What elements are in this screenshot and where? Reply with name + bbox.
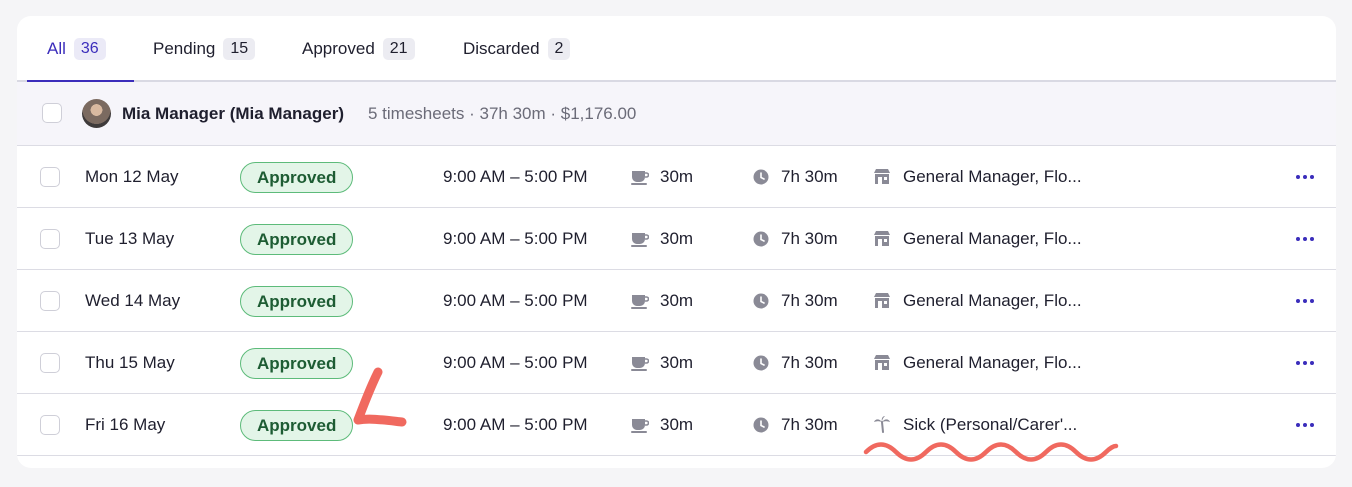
tab-count: 21 xyxy=(382,38,415,60)
status-badge: Approved xyxy=(240,286,354,317)
tab-label: All xyxy=(47,39,66,58)
coffee-cup-icon xyxy=(631,293,649,309)
break-duration: 30m xyxy=(660,167,694,186)
table-row[interactable]: Tue 13 May Approved 9:00 AM – 5:00 PM 30… xyxy=(17,208,1336,270)
timesheets-card: All 36 Pending 15 Approved 21 Discarded … xyxy=(17,16,1336,468)
clock-icon xyxy=(753,293,769,309)
tab-count: 2 xyxy=(547,38,571,60)
status-badge: Approved xyxy=(240,410,354,441)
employee-group-header: Mia Manager (Mia Manager) 5 timesheets ·… xyxy=(17,82,1336,146)
row-select-checkbox[interactable] xyxy=(40,291,60,311)
row-select-checkbox[interactable] xyxy=(40,353,60,373)
break-duration: 30m xyxy=(660,415,694,434)
table-row[interactable]: Thu 15 May Approved 9:00 AM – 5:00 PM 30… xyxy=(17,332,1336,394)
shift-time: 9:00 AM – 5:00 PM xyxy=(443,229,588,248)
group-select-checkbox[interactable] xyxy=(42,103,62,123)
worked-duration: 7h 30m xyxy=(781,167,838,186)
store-icon xyxy=(873,168,891,185)
position-location: General Manager, Flo... xyxy=(903,167,1082,186)
status-badge: Approved xyxy=(240,162,354,193)
palm-tree-icon xyxy=(873,415,891,433)
coffee-cup-icon xyxy=(631,231,649,247)
worked-duration: 7h 30m xyxy=(781,415,838,434)
avatar xyxy=(82,99,111,128)
shift-date: Tue 13 May xyxy=(85,229,175,248)
clock-icon xyxy=(753,355,769,371)
worked-duration: 7h 30m xyxy=(781,353,838,372)
tab-all[interactable]: All 36 xyxy=(47,16,106,82)
more-actions-button[interactable] xyxy=(1294,356,1316,370)
worked-duration: 7h 30m xyxy=(781,291,838,310)
group-summary: 5 timesheets · 37h 30m · $1,176.00 xyxy=(368,104,637,123)
shift-time: 9:00 AM – 5:00 PM xyxy=(443,415,588,434)
shift-date: Mon 12 May xyxy=(85,167,179,186)
status-badge: Approved xyxy=(240,348,354,379)
tab-count: 15 xyxy=(223,38,256,60)
annotation-underline-squiggle xyxy=(862,440,1120,467)
tab-label: Discarded xyxy=(463,39,540,58)
break-duration: 30m xyxy=(660,291,694,310)
tab-label: Pending xyxy=(153,39,216,58)
position-location: General Manager, Flo... xyxy=(903,229,1082,248)
row-select-checkbox[interactable] xyxy=(40,415,60,435)
table-row[interactable]: Mon 12 May Approved 9:00 AM – 5:00 PM 30… xyxy=(17,146,1336,208)
position-location: General Manager, Flo... xyxy=(903,353,1082,372)
store-icon xyxy=(873,230,891,247)
employee-name: Mia Manager (Mia Manager) xyxy=(122,104,344,123)
coffee-cup-icon xyxy=(631,169,649,185)
status-tabs: All 36 Pending 15 Approved 21 Discarded … xyxy=(17,16,1336,82)
more-actions-button[interactable] xyxy=(1294,232,1316,246)
tab-label: Approved xyxy=(302,39,375,58)
clock-icon xyxy=(753,169,769,185)
more-actions-button[interactable] xyxy=(1294,170,1316,184)
shift-time: 9:00 AM – 5:00 PM xyxy=(443,167,588,186)
coffee-cup-icon xyxy=(631,355,649,371)
more-actions-button[interactable] xyxy=(1294,294,1316,308)
clock-icon xyxy=(753,417,769,433)
more-actions-button[interactable] xyxy=(1294,418,1316,432)
store-icon xyxy=(873,354,891,371)
clock-icon xyxy=(753,231,769,247)
tab-pending[interactable]: Pending 15 xyxy=(153,16,256,82)
break-duration: 30m xyxy=(660,229,694,248)
table-row[interactable]: Wed 14 May Approved 9:00 AM – 5:00 PM 30… xyxy=(17,270,1336,332)
shift-time: 9:00 AM – 5:00 PM xyxy=(443,291,588,310)
shift-time: 9:00 AM – 5:00 PM xyxy=(443,353,588,372)
shift-date: Wed 14 May xyxy=(85,291,181,310)
tab-discarded[interactable]: Discarded 2 xyxy=(463,16,571,82)
coffee-cup-icon xyxy=(631,417,649,433)
row-select-checkbox[interactable] xyxy=(40,229,60,249)
position-location: General Manager, Flo... xyxy=(903,291,1082,310)
tab-approved[interactable]: Approved 21 xyxy=(302,16,415,82)
table-row[interactable]: Fri 16 May Approved 9:00 AM – 5:00 PM 30… xyxy=(17,394,1336,456)
shift-date: Fri 16 May xyxy=(85,415,166,434)
annotation-check-mark xyxy=(344,366,410,441)
store-icon xyxy=(873,292,891,309)
shift-date: Thu 15 May xyxy=(85,353,175,372)
break-duration: 30m xyxy=(660,353,694,372)
tab-count: 36 xyxy=(73,38,106,60)
row-select-checkbox[interactable] xyxy=(40,167,60,187)
status-badge: Approved xyxy=(240,224,354,255)
worked-duration: 7h 30m xyxy=(781,229,838,248)
